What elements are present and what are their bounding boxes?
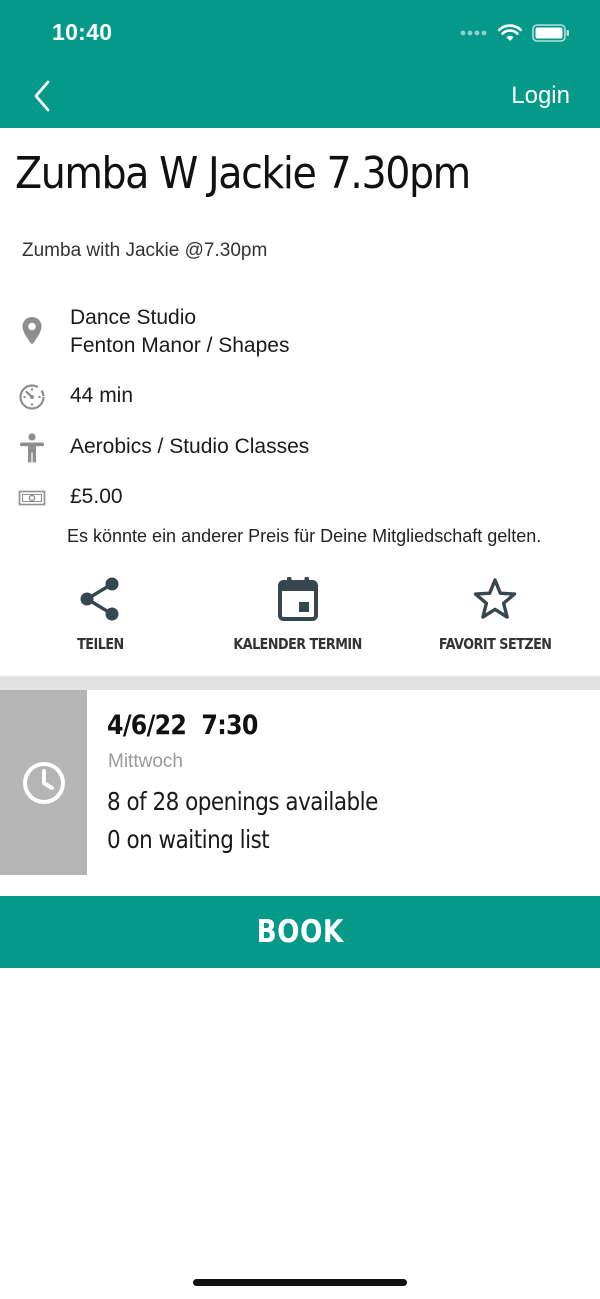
status-time: 10:40 (52, 19, 113, 45)
signal-icon (460, 30, 487, 36)
app-header: 10:40 Login (0, 0, 600, 128)
clock-icon (22, 761, 65, 804)
status-icons (460, 22, 570, 44)
price-note: Es könnte ein anderer Preis für Deine Mi… (67, 526, 542, 546)
calendar-label: KALENDER TERMIN (233, 635, 363, 653)
slot-date-time: 4/6/22 7:30 (107, 710, 258, 741)
favorite-button[interactable]: FAVORIT SETZEN (410, 575, 580, 654)
section-divider (0, 676, 600, 690)
duration-value: 44 min (70, 384, 134, 407)
calendar-button[interactable]: KALENDER TERMIN (213, 575, 383, 654)
wifi-icon (498, 24, 522, 41)
book-label: BOOK (256, 914, 344, 950)
slot-side-panel (0, 690, 87, 875)
location-pin-icon (18, 316, 46, 346)
home-indicator[interactable] (193, 1279, 407, 1286)
back-button[interactable] (28, 76, 58, 116)
class-title: Zumba W Jackie 7.30pm (15, 148, 471, 199)
timer-icon (18, 382, 46, 412)
share-label: TEILEN (76, 635, 124, 653)
price-value: £5.00 (70, 485, 123, 508)
money-icon (18, 483, 46, 513)
category-value: Aerobics / Studio Classes (70, 435, 310, 458)
battery-icon (532, 24, 569, 42)
calendar-icon (278, 577, 318, 621)
chevron-left-icon (34, 80, 50, 112)
login-button[interactable]: Login (511, 82, 570, 110)
slot-weekday: Mittwoch (108, 751, 183, 772)
class-subtitle: Zumba with Jackie @7.30pm (22, 240, 268, 261)
slot-waiting-list: 0 on waiting list (107, 825, 270, 854)
share-button[interactable]: TEILEN (15, 575, 185, 654)
location-venue: Fenton Manor / Shapes (70, 334, 290, 357)
person-icon (18, 433, 46, 463)
slot-openings: 8 of 28 openings available (107, 787, 378, 816)
favorite-label: FAVORIT SETZEN (438, 635, 552, 653)
location-name: Dance Studio (70, 306, 197, 329)
share-icon (80, 577, 119, 621)
time-slot[interactable]: 4/6/22 7:30 Mittwoch 8 of 28 openings av… (0, 690, 600, 875)
star-icon (473, 578, 517, 619)
book-button[interactable]: BOOK (0, 896, 600, 968)
